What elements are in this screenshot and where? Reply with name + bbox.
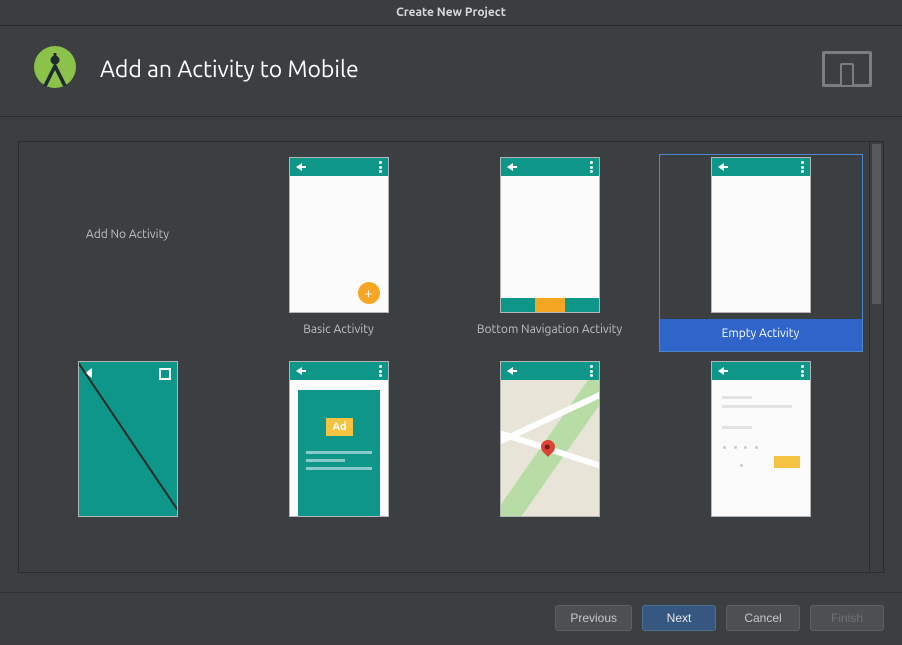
template-label: Add No Activity (78, 157, 178, 313)
login-button-icon (774, 456, 800, 468)
activity-template-grid: Add No Activity + Basic Activity (18, 141, 870, 573)
android-studio-logo-icon (30, 44, 80, 94)
back-arrow-icon (507, 163, 513, 171)
vertical-scrollbar[interactable] (870, 141, 884, 573)
ad-badge-icon: Ad (326, 418, 352, 436)
back-arrow-icon (507, 367, 513, 375)
template-empty-activity[interactable]: Empty Activity (659, 154, 863, 352)
overflow-menu-icon (379, 365, 382, 377)
wizard-header: Add an Activity to Mobile (0, 26, 902, 117)
fullscreen-icon (159, 368, 171, 380)
template-login-activity[interactable] (659, 358, 863, 552)
template-label: Bottom Navigation Activity (451, 313, 649, 345)
fab-icon: + (358, 282, 380, 304)
overflow-menu-icon (801, 365, 804, 377)
back-arrow-icon (718, 367, 724, 375)
finish-button[interactable]: Finish (810, 605, 884, 631)
template-basic-activity[interactable]: + Basic Activity (237, 154, 441, 352)
back-arrow-icon (718, 163, 724, 171)
cancel-button[interactable]: Cancel (726, 605, 800, 631)
overflow-menu-icon (590, 161, 593, 173)
template-label (451, 517, 649, 549)
template-add-no-activity[interactable]: Add No Activity (26, 154, 230, 352)
template-label (662, 517, 860, 549)
page-title: Add an Activity to Mobile (100, 57, 822, 82)
template-label: Empty Activity (660, 319, 862, 351)
template-fullscreen-activity[interactable] (26, 358, 230, 552)
back-arrow-icon (296, 163, 302, 171)
window-title: Create New Project (0, 0, 902, 26)
overflow-menu-icon (379, 161, 382, 173)
overflow-menu-icon (590, 365, 593, 377)
template-admob-ads-activity[interactable]: Ad (237, 358, 441, 552)
bottom-nav-icon (501, 298, 599, 312)
overflow-menu-icon (801, 161, 804, 173)
template-label (240, 517, 438, 549)
device-mobile-icon (822, 51, 872, 87)
template-label: Basic Activity (240, 313, 438, 345)
wizard-footer: Previous Next Cancel Finish (0, 592, 902, 645)
previous-button[interactable]: Previous (555, 605, 632, 631)
scrollbar-thumb[interactable] (872, 144, 881, 304)
map-icon (501, 380, 599, 516)
back-arrow-icon (296, 367, 302, 375)
template-label (29, 517, 227, 549)
next-button[interactable]: Next (642, 605, 716, 631)
template-bottom-navigation-activity[interactable]: Bottom Navigation Activity (448, 154, 652, 352)
template-google-maps-activity[interactable] (448, 358, 652, 552)
